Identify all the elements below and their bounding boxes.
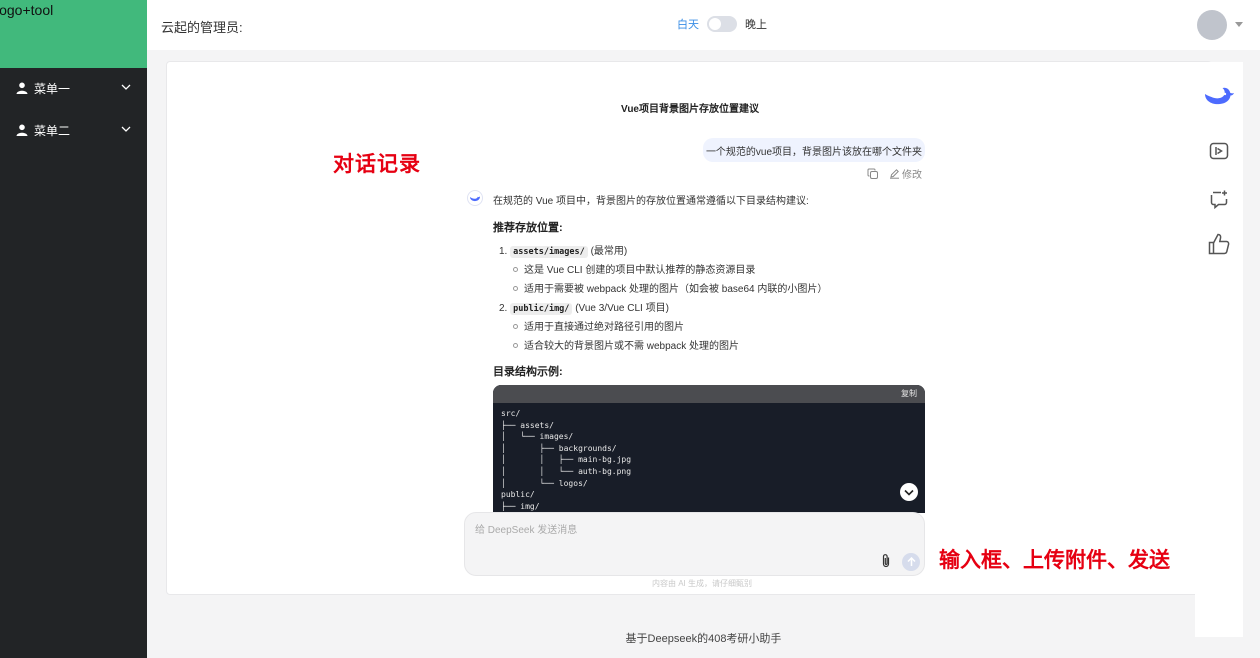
bullet xyxy=(513,324,518,329)
user-icon xyxy=(16,82,28,94)
list-note: (最常用) xyxy=(590,246,628,257)
arrow-up-icon xyxy=(906,557,916,566)
list-text: 适合较大的背景图片或不需 webpack 处理的图片 xyxy=(524,341,740,352)
ai-disclaimer: 内容由 AI 生成，请仔细甄别 xyxy=(652,579,753,588)
copy-icon[interactable] xyxy=(867,168,879,180)
message-input-box xyxy=(464,512,925,576)
inline-code: assets/images/ xyxy=(510,246,588,258)
send-button[interactable] xyxy=(902,553,920,571)
logo-text: logo+tool xyxy=(0,2,54,18)
chat-panel: Vue项目背景图片存放位置建议 对话记录 一个规范的vue项目，背景图片该放在哪… xyxy=(166,61,1212,595)
list-item: 这是 Vue CLI 创建的项目中默认推荐的静态资源目录 xyxy=(513,261,755,276)
new-chat-icon xyxy=(1209,142,1229,160)
list-item: 适用于需要被 webpack 处理的图片（如会被 base64 内联的小图片） xyxy=(513,280,827,295)
caret-down-icon[interactable] xyxy=(1235,22,1243,27)
sidebar-item-label: 菜单一 xyxy=(34,81,71,96)
scroll-to-bottom-button[interactable] xyxy=(900,483,918,501)
message-actions: 修改 xyxy=(867,166,922,181)
chevron-down-icon xyxy=(121,126,131,132)
night-mode-label: 晚上 xyxy=(745,19,767,31)
list-note: (Vue 3/Vue CLI 项目) xyxy=(575,303,669,314)
feedback-icon xyxy=(1210,190,1228,209)
list-number: 2. xyxy=(499,303,508,314)
message-input[interactable] xyxy=(475,521,855,539)
list-item: 适用于直接通过绝对路径引用的图片 xyxy=(513,318,684,333)
sidebar-item-label: 菜单二 xyxy=(34,123,71,138)
rail-deepseek-button[interactable] xyxy=(1195,80,1243,112)
user-message-bubble: 一个规范的vue项目，背景图片该放在哪个文件夹 xyxy=(703,138,925,162)
theme-switch[interactable] xyxy=(707,16,737,32)
edit-icon[interactable] xyxy=(889,168,900,179)
code-block: 复制 src/ ├── assets/ │ └── images/ │ ├── … xyxy=(493,385,925,513)
list-text: 适用于直接通过绝对路径引用的图片 xyxy=(524,322,684,333)
code-content: src/ ├── assets/ │ └── images/ │ ├── bac… xyxy=(501,409,632,511)
avatar[interactable] xyxy=(1197,10,1227,40)
bullet xyxy=(513,267,518,272)
list-item: 1. assets/images/ (最常用) xyxy=(499,242,628,258)
day-mode-label: 白天 xyxy=(677,19,699,31)
paperclip-icon[interactable] xyxy=(879,553,893,569)
sidebar: logo+tool 菜单一 菜单二 xyxy=(0,0,147,658)
copy-code-button[interactable]: 复制 xyxy=(901,388,917,399)
chevron-down-icon xyxy=(121,84,131,90)
sidebar-item-menu-1[interactable]: 菜单一 xyxy=(0,68,147,108)
section-heading-recommend: 推荐存放位置: xyxy=(493,222,563,234)
list-text: 这是 Vue CLI 创建的项目中默认推荐的静态资源目录 xyxy=(524,265,756,276)
logo: logo+tool xyxy=(0,0,147,68)
rail-feedback-button[interactable] xyxy=(1195,183,1243,215)
list-item: 2. public/img/ (Vue 3/Vue CLI 项目) xyxy=(499,299,669,315)
deepseek-avatar-icon xyxy=(467,190,483,206)
annotation-input-upload-send: 输入框、上传附件、发送 xyxy=(939,549,1170,572)
code-block-header: 复制 xyxy=(493,385,925,403)
edit-button[interactable]: 修改 xyxy=(902,166,922,181)
conversation-title: Vue项目背景图片存放位置建议 xyxy=(621,104,759,115)
theme-toggle: 白天 晚上 xyxy=(677,16,767,32)
like-icon xyxy=(1208,233,1230,255)
switch-knob xyxy=(709,18,721,30)
annotation-chat-history: 对话记录 xyxy=(333,153,421,176)
bullet xyxy=(513,343,518,348)
list-item: 适合较大的背景图片或不需 webpack 处理的图片 xyxy=(513,337,739,352)
section-heading-structure: 目录结构示例: xyxy=(493,366,563,378)
rail-like-button[interactable] xyxy=(1195,228,1243,260)
bullet xyxy=(513,286,518,291)
admin-label: 云起的管理员: xyxy=(161,20,243,35)
sidebar-item-menu-2[interactable]: 菜单二 xyxy=(0,110,147,150)
user-icon xyxy=(16,124,28,136)
list-text: 适用于需要被 webpack 处理的图片（如会被 base64 内联的小图片） xyxy=(524,284,828,295)
deepseek-whale-icon xyxy=(1205,87,1234,105)
footer-text: 基于Deepseek的408考研小助手 xyxy=(625,633,782,645)
rail-new-chat-button[interactable] xyxy=(1195,135,1243,167)
chevron-down-icon xyxy=(904,489,914,496)
right-toolbar xyxy=(1195,62,1243,637)
list-number: 1. xyxy=(499,246,508,257)
ai-intro-text: 在规范的 Vue 项目中，背景图片的存放位置通常遵循以下目录结构建议: xyxy=(493,196,809,207)
top-header: 云起的管理员: 白天 晚上 xyxy=(147,0,1260,50)
inline-code: public/img/ xyxy=(510,303,573,315)
